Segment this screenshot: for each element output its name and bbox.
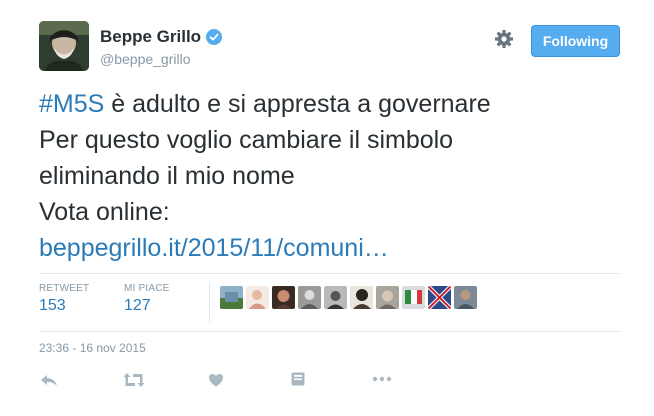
author-handle[interactable]: @beppe_grillo	[100, 51, 191, 67]
liker-avatar[interactable]	[272, 286, 295, 309]
avatar[interactable]	[39, 21, 89, 71]
card-icon[interactable]	[291, 372, 305, 391]
reply-icon[interactable]	[40, 372, 58, 393]
liker-avatar[interactable]	[220, 286, 243, 309]
stats-bottom-divider	[39, 331, 620, 332]
more-icon[interactable]	[372, 372, 392, 391]
gear-icon[interactable]	[493, 28, 515, 50]
liker-avatar[interactable]	[350, 286, 373, 309]
likers-avatars	[220, 286, 477, 309]
stats-vertical-divider	[209, 282, 210, 322]
tweet-line-4: Vota online:	[39, 198, 170, 226]
retweet-icon[interactable]	[123, 372, 145, 393]
like-label: MI PIACE	[124, 283, 170, 294]
author-name[interactable]: Beppe Grillo	[100, 27, 223, 47]
tweet-line-1-text: è adulto e si appresta a governare	[104, 90, 491, 118]
stats-top-divider	[39, 273, 620, 274]
liker-avatar[interactable]	[428, 286, 451, 309]
liker-avatar[interactable]	[246, 286, 269, 309]
avatar-image	[39, 21, 89, 71]
following-button[interactable]: Following	[531, 25, 620, 57]
tweet-url-link[interactable]: beppegrillo.it/2015/11/comuni…	[39, 230, 639, 266]
hashtag-link[interactable]: #M5S	[39, 90, 104, 118]
verified-badge-icon	[206, 29, 223, 45]
liker-avatar[interactable]	[298, 286, 321, 309]
liker-avatar[interactable]	[402, 286, 425, 309]
liker-avatar[interactable]	[454, 286, 477, 309]
tweet-timestamp[interactable]: 23:36 - 16 nov 2015	[39, 341, 146, 355]
like-count[interactable]: 127	[124, 297, 170, 315]
retweet-count[interactable]: 153	[39, 297, 89, 315]
like-icon[interactable]	[208, 372, 224, 393]
tweet-line-1: #M5S è adulto e si appresta a governare	[39, 86, 639, 122]
retweet-label: RETWEET	[39, 283, 90, 294]
liker-avatar[interactable]	[376, 286, 399, 309]
tweet-text: #M5S è adulto e si appresta a governare …	[39, 86, 639, 266]
like-stat[interactable]: MI PIACE 127	[124, 283, 170, 315]
liker-avatar[interactable]	[324, 286, 347, 309]
tweet-actions	[0, 372, 654, 392]
tweet-line-2: Per questo voglio cambiare il simbolo	[39, 126, 454, 154]
retweet-stat[interactable]: RETWEET 153	[39, 283, 89, 315]
author-display-name[interactable]: Beppe Grillo	[100, 27, 201, 47]
tweet-line-3: eliminando il mio nome	[39, 162, 295, 190]
